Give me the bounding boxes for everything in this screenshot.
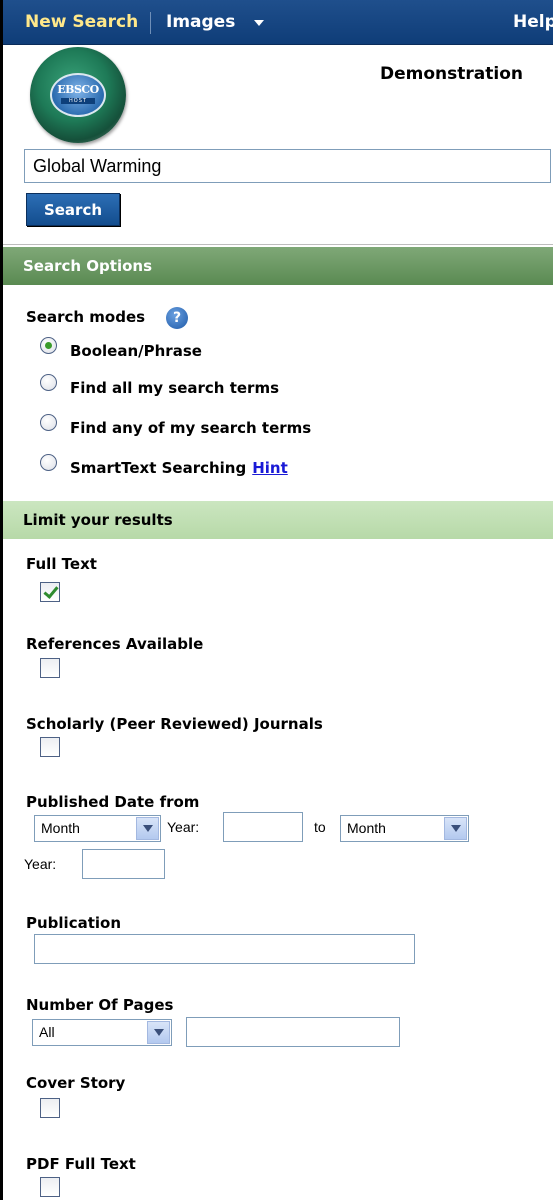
- cover-story-label: Cover Story: [26, 1074, 126, 1092]
- new-search-link[interactable]: New Search: [25, 0, 138, 45]
- pdf-full-text-checkbox[interactable]: [40, 1177, 60, 1197]
- ebsco-host-logo: EBSCO HOST: [30, 47, 126, 143]
- publication-input[interactable]: [34, 934, 415, 964]
- pages-value: All: [39, 1024, 55, 1040]
- month-to-value: Month: [347, 820, 386, 836]
- account-name: Demonstration: [380, 64, 523, 84]
- publication-label: Publication: [26, 914, 122, 932]
- year-label-2: Year:: [24, 856, 57, 872]
- radio-smarttext[interactable]: [40, 454, 57, 471]
- radio-label-find-any: Find any of my search terms: [70, 419, 312, 437]
- help-icon[interactable]: ?: [166, 307, 188, 329]
- radio-find-all[interactable]: [40, 374, 57, 391]
- chevron-down-icon[interactable]: [444, 817, 467, 840]
- logo-sub-text: HOST: [61, 98, 95, 104]
- month-to-select[interactable]: Month: [340, 815, 469, 842]
- search-input[interactable]: [24, 149, 551, 183]
- pages-select[interactable]: All: [32, 1019, 172, 1046]
- month-from-value: Month: [41, 820, 80, 836]
- references-checkbox[interactable]: [40, 658, 60, 678]
- search-button[interactable]: Search: [26, 193, 120, 226]
- scholarly-label: Scholarly (Peer Reviewed) Journals: [26, 715, 323, 733]
- hint-link[interactable]: Hint: [252, 459, 288, 477]
- month-from-select[interactable]: Month: [34, 815, 161, 842]
- radio-boolean-phrase[interactable]: [40, 337, 57, 354]
- year-to-input[interactable]: [82, 849, 165, 879]
- top-nav-bar: New Search Images Help: [3, 0, 553, 45]
- full-text-checkbox[interactable]: [40, 582, 60, 602]
- help-link[interactable]: Help: [513, 0, 553, 45]
- images-menu[interactable]: Images: [166, 0, 235, 45]
- pdf-full-text-label: PDF Full Text: [26, 1155, 136, 1173]
- search-options-header[interactable]: Search Options: [3, 247, 553, 285]
- search-modes-label: Search modes: [26, 308, 146, 326]
- cover-story-checkbox[interactable]: [40, 1098, 60, 1118]
- scholarly-checkbox[interactable]: [40, 737, 60, 757]
- pages-input[interactable]: [186, 1017, 400, 1047]
- radio-find-any[interactable]: [40, 414, 57, 431]
- references-label: References Available: [26, 635, 204, 653]
- logo-emblem: EBSCO HOST: [50, 73, 106, 117]
- divider: [3, 244, 553, 245]
- chevron-down-icon[interactable]: [147, 1021, 170, 1044]
- smarttext-text: SmartText Searching: [70, 459, 247, 477]
- limit-results-header[interactable]: Limit your results: [3, 501, 553, 539]
- chevron-down-icon[interactable]: [254, 20, 264, 26]
- logo-text: EBSCO: [57, 83, 99, 96]
- year-label: Year:: [167, 819, 200, 835]
- to-label: to: [314, 819, 326, 835]
- published-date-label: Published Date from: [26, 793, 200, 811]
- chevron-down-icon[interactable]: [136, 817, 159, 840]
- nav-separator: [150, 12, 151, 34]
- radio-label-boolean-phrase: Boolean/Phrase: [70, 342, 202, 360]
- radio-label-smarttext: SmartText Searching Hint: [70, 459, 288, 477]
- full-text-label: Full Text: [26, 555, 97, 573]
- number-of-pages-label: Number Of Pages: [26, 996, 174, 1014]
- year-from-input[interactable]: [223, 812, 303, 842]
- radio-label-find-all: Find all my search terms: [70, 379, 279, 397]
